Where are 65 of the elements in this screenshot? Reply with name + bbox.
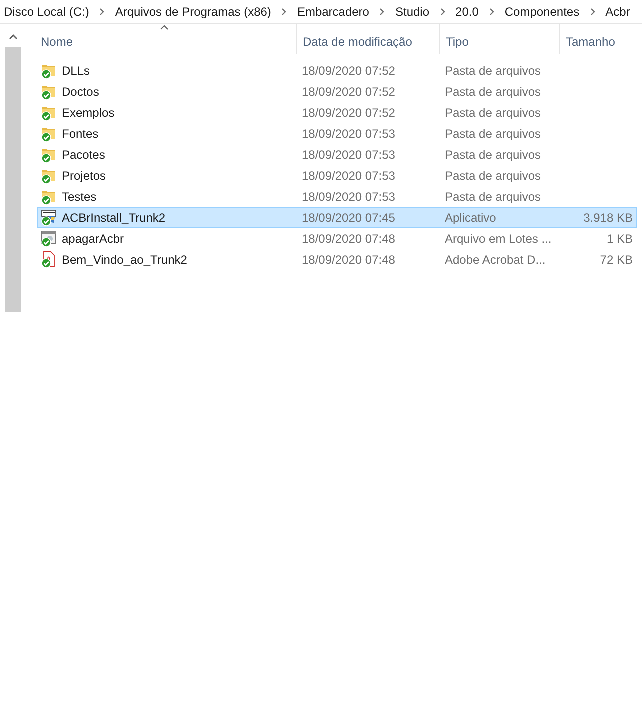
caret-up-icon — [8, 34, 18, 40]
modified-date: 18/09/2020 07:53 — [302, 168, 396, 182]
breadcrumb-item[interactable]: Arquivos de Programas (x86) — [115, 2, 272, 20]
file-row[interactable]: DLLs 18/09/2020 07:52 Pasta de arquivos — [37, 60, 637, 81]
scrollbar-thumb[interactable] — [5, 47, 21, 312]
modified-date: 18/09/2020 07:52 — [302, 64, 396, 78]
file-row[interactable]: Testes 18/09/2020 07:53 Pasta de arquivos — [37, 186, 637, 207]
file-name: apagarAcbr — [62, 230, 124, 248]
file-type: Adobe Acrobat D... — [445, 252, 546, 266]
breadcrumb-item[interactable]: Studio — [395, 2, 430, 20]
file-row[interactable]: Exemplos 18/09/2020 07:52 Pasta de arquivos — [37, 102, 637, 123]
file-type: Pasta de arquivos — [445, 84, 542, 98]
application-icon — [41, 208, 59, 226]
chevron-right-icon — [590, 8, 596, 16]
chevron-right-icon — [488, 8, 495, 16]
file-name: Fontes — [62, 126, 99, 142]
breadcrumb-item[interactable]: Disco Local (C:) — [4, 2, 90, 20]
modified-date: 18/09/2020 07:52 — [302, 84, 396, 98]
modified-date: 18/09/2020 07:45 — [302, 210, 396, 224]
file-row[interactable]: Pacotes 18/09/2020 07:53 Pasta de arquivos — [37, 144, 637, 165]
column-header[interactable]: Tipo — [439, 24, 559, 54]
file-row[interactable]: Doctos 18/09/2020 07:52 Pasta de arquivos — [37, 81, 637, 102]
breadcrumb-item[interactable]: 20.0 — [456, 2, 479, 20]
breadcrumb-item[interactable]: Embarcadero — [297, 2, 370, 20]
batch-file-icon — [41, 230, 59, 248]
file-name: Projetos — [62, 168, 106, 184]
file-row[interactable]: Projetos 18/09/2020 07:53 Pasta de arquivos — [37, 165, 637, 186]
file-row[interactable]: ACBrInstall_Trunk2 18/09/2020 07:45 Aplicativo 3.918 KB — [37, 207, 637, 228]
modified-date: 18/09/2020 07:53 — [302, 126, 396, 140]
chevron-right-icon — [99, 8, 106, 16]
file-type: Pasta de arquivos — [445, 64, 542, 78]
file-type: Aplicativo — [445, 210, 496, 224]
breadcrumb-item[interactable]: Acbr — [606, 2, 630, 20]
file-name: DLLs — [62, 62, 90, 80]
chevron-right-icon — [379, 8, 386, 16]
breadcrumb-item[interactable]: Componentes — [504, 2, 580, 20]
file-type: Arquivo em Lotes ... — [445, 232, 552, 246]
modified-date: 18/09/2020 07:48 — [302, 232, 396, 246]
file-row[interactable]: apagarAcbr 18/09/2020 07:48 Arquivo em Lotes ... 1 KB — [37, 228, 637, 249]
sort-ascending-icon — [160, 25, 169, 30]
file-name: ACBrInstall_Trunk2 — [62, 210, 166, 226]
file-type: Pasta de arquivos — [445, 106, 542, 120]
file-type: Pasta de arquivos — [445, 168, 542, 182]
file-name: Testes — [62, 188, 97, 206]
chevron-right-icon — [281, 8, 288, 16]
file-name: Exemplos — [62, 104, 115, 122]
file-name: Pacotes — [62, 146, 106, 164]
modified-date: 18/09/2020 07:53 — [302, 148, 396, 162]
file-type: Pasta de arquivos — [445, 190, 542, 204]
file-name: Doctos — [62, 84, 100, 100]
file-size: 3.918 KB — [584, 210, 633, 224]
file-row[interactable]: Fontes 18/09/2020 07:53 Pasta de arquivos — [37, 123, 637, 144]
modified-date: 18/09/2020 07:48 — [302, 252, 396, 266]
file-size: 72 KB — [600, 252, 633, 266]
file-type: Pasta de arquivos — [445, 148, 542, 162]
column-header[interactable]: Tamanho — [559, 24, 639, 54]
column-header[interactable]: Nome — [22, 24, 296, 54]
chevron-right-icon — [440, 8, 446, 16]
file-name: Bem_Vindo_ao_Trunk2 — [62, 252, 188, 268]
file-type: Pasta de arquivos — [445, 126, 542, 140]
file-size: 1 KB — [606, 232, 633, 246]
modified-date: 18/09/2020 07:52 — [302, 106, 396, 120]
file-row[interactable]: Bem_Vindo_ao_Trunk2 18/09/2020 07:48 Adobe Acrobat D... 72 KB — [37, 249, 637, 270]
modified-date: 18/09/2020 07:53 — [302, 190, 396, 204]
column-header[interactable]: Data de modificação — [296, 24, 439, 54]
